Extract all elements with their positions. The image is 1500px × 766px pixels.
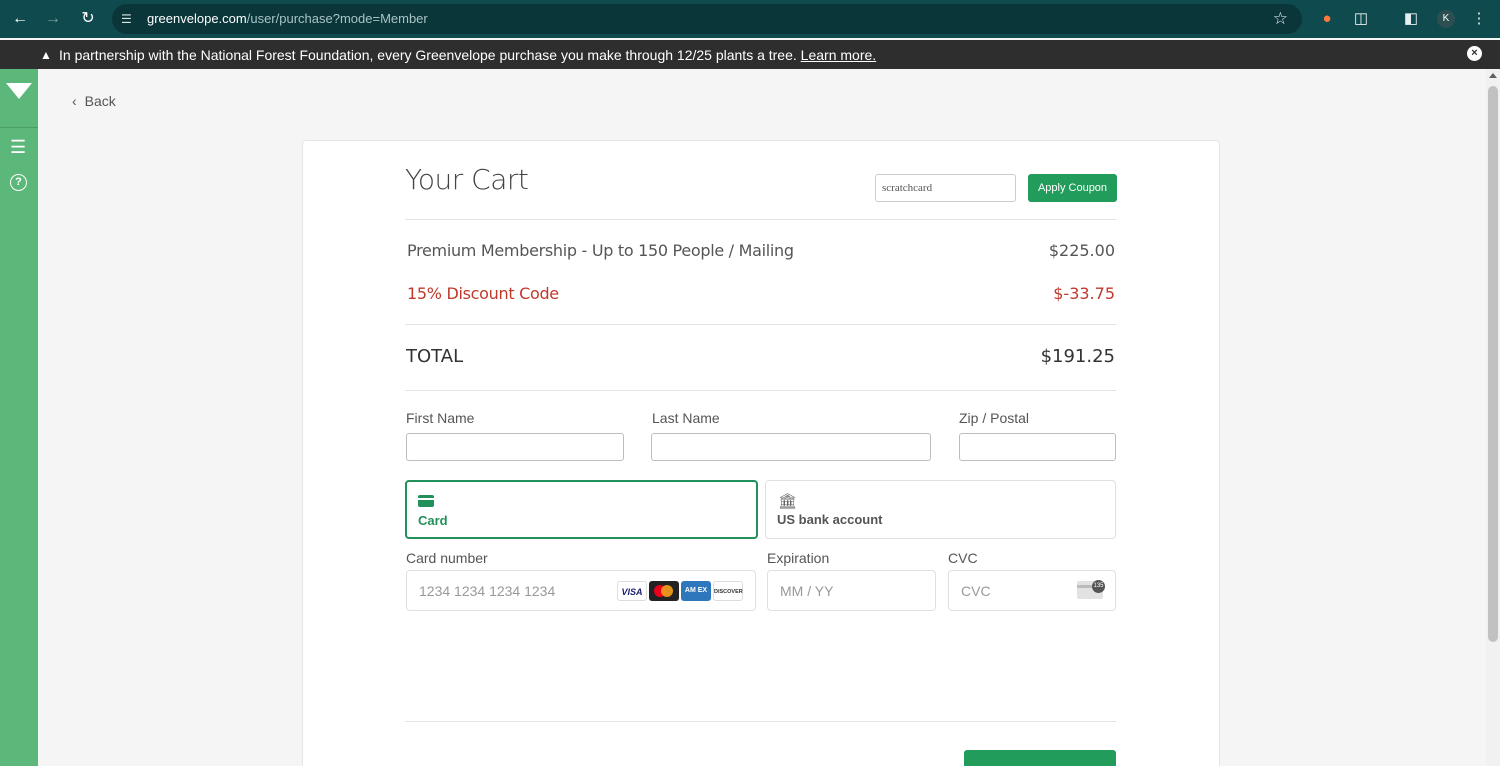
payment-tab-bank[interactable]: 🏛 US bank account <box>765 480 1116 539</box>
cvc-placeholder: CVC <box>961 583 991 599</box>
card-number-placeholder: 1234 1234 1234 1234 <box>419 583 556 599</box>
zip-field[interactable] <box>959 433 1116 461</box>
cvc-label: CVC <box>948 550 978 566</box>
bank-icon: 🏛 <box>778 493 798 510</box>
last-name-field[interactable] <box>651 433 931 461</box>
tree-icon: ▲ <box>40 48 52 62</box>
sidebar-divider <box>0 127 38 128</box>
promo-banner: ▲ In partnership with the National Fores… <box>0 40 1500 69</box>
side-panel-icon[interactable]: ◧ <box>1401 9 1421 29</box>
confirm-payment-button[interactable]: Confirm Payment <box>964 750 1116 766</box>
cvc-input[interactable]: CVC 135 <box>948 570 1116 611</box>
payment-tab-label: Card <box>418 513 448 528</box>
discover-icon: DISCOVER <box>713 581 743 601</box>
cart-title: Your Cart <box>405 163 529 196</box>
total-price: $191.25 <box>1040 346 1115 367</box>
reload-icon[interactable]: ↻ <box>78 9 98 29</box>
back-link[interactable]: ‹ Back <box>72 93 116 109</box>
scroll-up-arrow-icon[interactable] <box>1489 73 1497 78</box>
help-icon[interactable]: ? <box>10 174 27 191</box>
visa-icon: VISA <box>617 581 647 601</box>
card-number-label: Card number <box>406 550 488 566</box>
discount-price: $-33.75 <box>1053 284 1115 303</box>
left-sidebar: ☰ ? <box>0 69 38 766</box>
address-bar[interactable]: ☰ greenvelope.com/user/purchase?mode=Mem… <box>112 4 1302 34</box>
extension-flame-icon[interactable]: ● <box>1317 9 1337 29</box>
hamburger-menu-icon[interactable]: ☰ <box>10 137 26 158</box>
card-number-input[interactable]: 1234 1234 1234 1234 VISA AM EX DISCOVER <box>406 570 756 611</box>
forward-icon[interactable]: → <box>43 9 63 29</box>
apply-coupon-button[interactable]: Apply Coupon <box>1028 174 1117 202</box>
back-icon[interactable]: ← <box>10 9 30 29</box>
first-name-field[interactable] <box>406 433 624 461</box>
payment-tab-label: US bank account <box>777 512 883 527</box>
site-settings-icon[interactable]: ☰ <box>121 12 135 26</box>
chevron-left-icon: ‹ <box>72 93 77 109</box>
credit-card-icon <box>418 495 434 507</box>
url-text[interactable]: greenvelope.com/user/purchase?mode=Membe… <box>147 11 428 26</box>
expiration-placeholder: MM / YY <box>780 583 834 599</box>
divider <box>405 390 1116 391</box>
bookmark-star-icon[interactable]: ☆ <box>1273 9 1288 29</box>
greenvelope-logo-icon[interactable] <box>6 83 32 99</box>
mastercard-icon <box>649 581 679 601</box>
divider <box>405 721 1116 722</box>
first-name-label: First Name <box>406 410 475 426</box>
zip-label: Zip / Postal <box>959 410 1030 426</box>
payment-tab-card[interactable]: Card <box>405 480 758 539</box>
browser-toolbar: ← → ↻ ☰ greenvelope.com/user/purchase?mo… <box>0 0 1500 38</box>
amex-icon: AM EX <box>681 581 711 601</box>
discount-name: 15% Discount Code <box>407 284 559 303</box>
close-banner-icon[interactable]: × <box>1467 46 1482 61</box>
expiration-label: Expiration <box>767 550 830 566</box>
last-name-label: Last Name <box>652 410 720 426</box>
divider <box>405 324 1116 325</box>
divider <box>405 219 1116 220</box>
total-label: TOTAL <box>406 346 464 367</box>
learn-more-link[interactable]: Learn more. <box>801 47 876 63</box>
scrollbar-thumb[interactable] <box>1488 86 1498 642</box>
line-item-name: Premium Membership - Up to 150 People / … <box>407 241 794 260</box>
line-item-price: $225.00 <box>1048 241 1115 260</box>
banner-message: In partnership with the National Forest … <box>59 47 877 63</box>
expiration-input[interactable]: MM / YY <box>767 570 936 611</box>
profile-avatar[interactable]: K <box>1437 10 1455 28</box>
cvc-badge: 135 <box>1092 580 1105 593</box>
coupon-input[interactable] <box>875 174 1016 202</box>
extensions-puzzle-icon[interactable]: ◫ <box>1351 9 1371 29</box>
kebab-menu-icon[interactable]: ⋮ <box>1469 9 1489 29</box>
